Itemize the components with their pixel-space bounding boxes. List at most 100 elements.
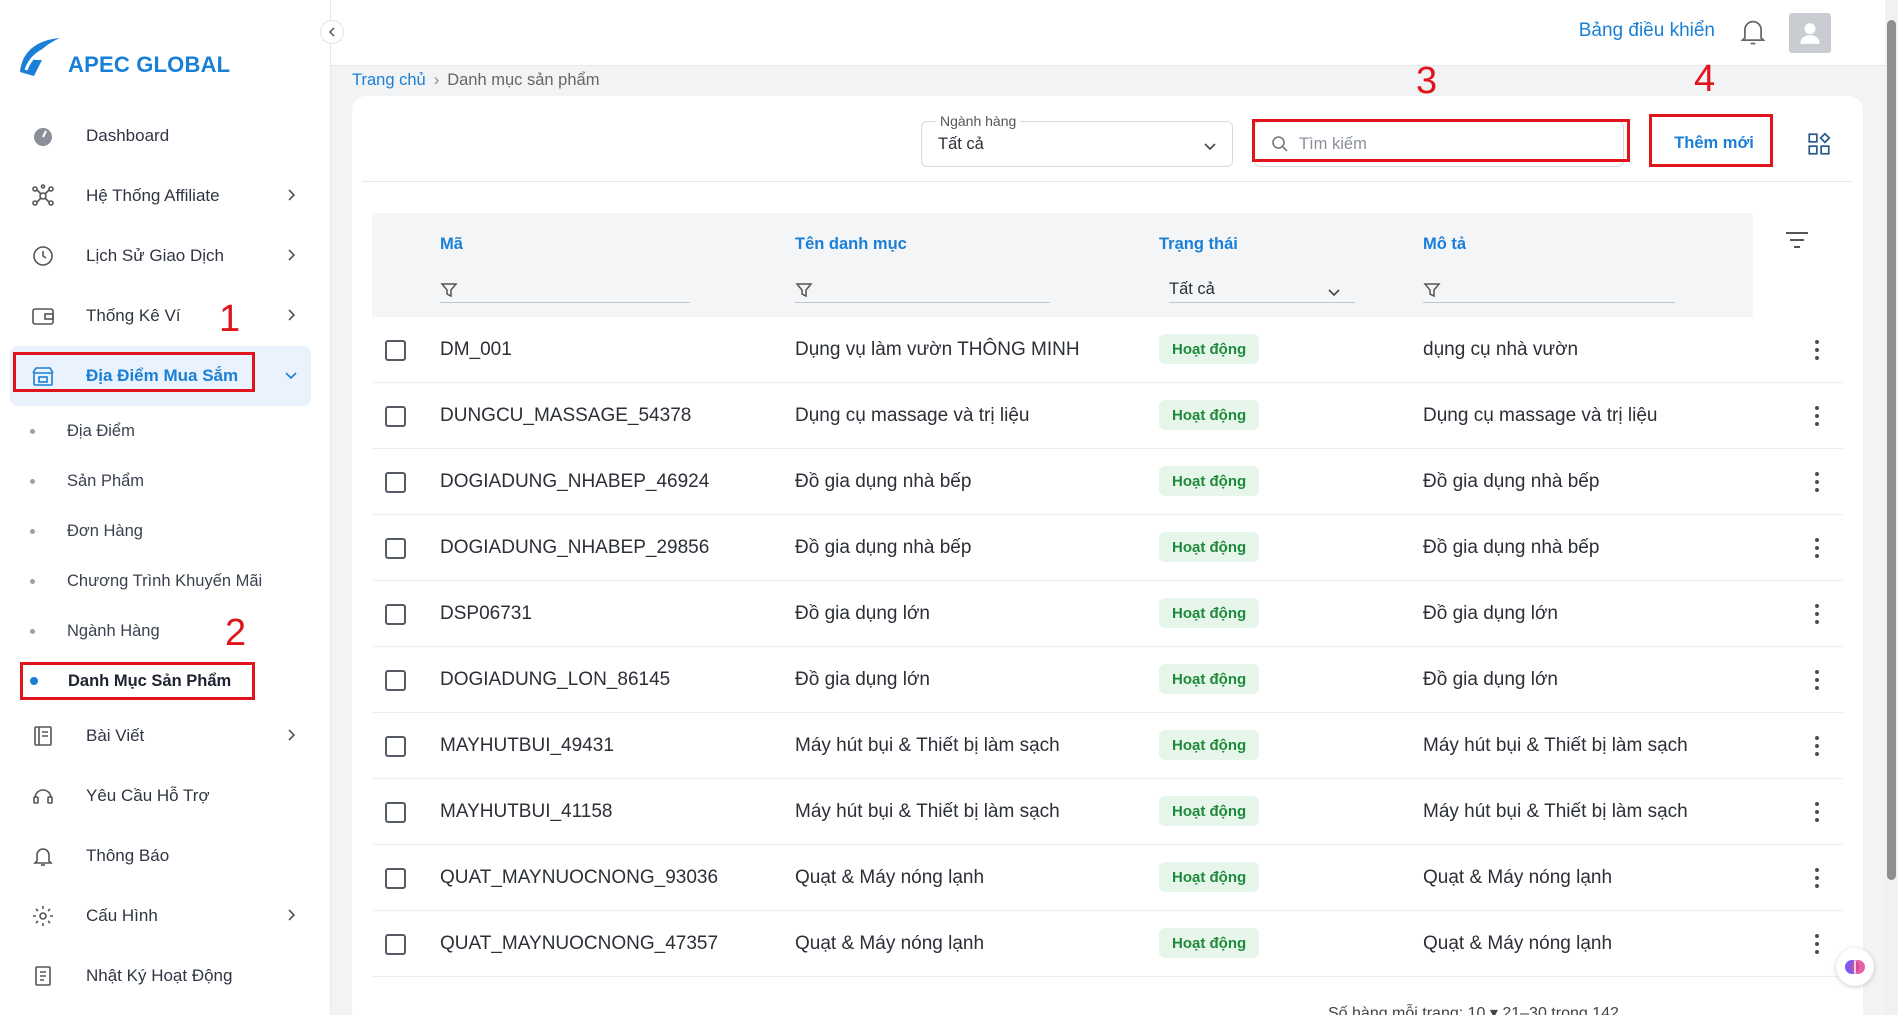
more-options-icon[interactable] [1805, 863, 1829, 893]
more-options-icon[interactable] [1805, 599, 1829, 629]
notification-bell-icon[interactable] [1739, 17, 1767, 52]
row-checkbox[interactable] [385, 868, 406, 889]
sidebar-item-affiliate[interactable]: Hệ Thống Affiliate [10, 166, 311, 226]
sidebar-item-notifications[interactable]: Thông Báo [10, 826, 311, 886]
cell-description: Dụng cụ massage và trị liệu [1423, 405, 1658, 426]
sidebar-item-wallet[interactable]: Thống Kê Ví [10, 286, 311, 346]
more-options-icon[interactable] [1805, 533, 1829, 563]
cell-name: Máy hút bụi & Thiết bị làm sạch [795, 735, 1060, 756]
sidebar-item-dashboard[interactable]: Dashboard [10, 106, 311, 166]
status-badge: Hoạt động [1159, 598, 1260, 628]
more-options-icon[interactable] [1805, 665, 1829, 695]
sidebar-item-settings[interactable]: Cấu Hình [10, 886, 311, 946]
sidebar-subitem-promotions[interactable]: Chương Trình Khuyến Mãi [0, 556, 331, 606]
code-filter-input[interactable] [440, 277, 690, 303]
status-badge: Hoạt động [1159, 862, 1260, 892]
annotation-number-4: 4 [1694, 58, 1716, 100]
cell-description: Đồ gia dụng lớn [1423, 669, 1558, 690]
chevron-down-icon [1204, 143, 1216, 151]
status-badge: Hoạt động [1159, 664, 1260, 694]
cell-code: QUAT_MAYNUOCNONG_47357 [440, 933, 719, 954]
name-filter-input[interactable] [795, 277, 1050, 303]
column-header-status[interactable]: Trạng thái [1159, 235, 1238, 254]
industry-select[interactable]: Ngành hàng Tất cả [921, 113, 1233, 167]
cell-name: Đồ gia dụng lớn [795, 603, 930, 624]
column-header-description[interactable]: Mô tả [1423, 235, 1466, 254]
sidebar-collapse-button[interactable] [320, 20, 344, 44]
sidebar-item-activity-log[interactable]: Nhật Ký Hoạt Động [10, 946, 311, 1006]
cell-description: Đồ gia dụng nhà bếp [1423, 471, 1600, 492]
row-checkbox[interactable] [385, 340, 406, 361]
breadcrumb-home-link[interactable]: Trang chủ [352, 71, 426, 90]
brand-logo[interactable]: APEC GLOBAL [16, 28, 230, 78]
bell-icon [30, 843, 56, 869]
column-header-name[interactable]: Tên danh mục [795, 235, 907, 254]
chevron-down-icon [1328, 289, 1340, 297]
sidebar-item-label: Thông Báo [86, 846, 170, 865]
sidebar-subitem-label: Sản Phẩm [67, 471, 145, 490]
layout-grid-icon[interactable] [1804, 129, 1834, 159]
table-row[interactable]: DUNGCU_MASSAGE_54378 Dụng cụ massage và t… [372, 383, 1843, 449]
breadcrumb-current: Danh mục sản phẩm [447, 71, 600, 89]
table-row[interactable]: QUAT_MAYNUOCNONG_47357 Quạt & Máy nóng lạ… [372, 911, 1843, 977]
headset-icon [30, 783, 56, 809]
table-header: Mã Tên danh mục Trạng thái Mô tả Tất cả [372, 213, 1753, 317]
sidebar-item-label: Dashboard [86, 126, 170, 145]
cell-description: Máy hút bụi & Thiết bị làm sạch [1423, 801, 1688, 822]
row-checkbox[interactable] [385, 802, 406, 823]
row-checkbox[interactable] [385, 538, 406, 559]
brain-icon [1845, 960, 1865, 974]
status-filter-select[interactable]: Tất cả [1169, 277, 1355, 303]
column-settings-icon[interactable] [1784, 229, 1810, 256]
sidebar-item-label: Cấu Hình [86, 906, 158, 925]
row-checkbox[interactable] [385, 934, 406, 955]
sidebar-subitem-locations[interactable]: Địa Điểm [0, 406, 331, 456]
assistant-bubble[interactable] [1836, 948, 1874, 986]
scrollbar-thumb[interactable] [1887, 20, 1896, 880]
cell-name: Dụng cụ massage và trị liệu [795, 405, 1030, 426]
table-row[interactable]: QUAT_MAYNUOCNONG_93036 Quạt & Máy nóng lạ… [372, 845, 1843, 911]
row-checkbox[interactable] [385, 670, 406, 691]
chevron-down-icon [285, 372, 297, 380]
table-row[interactable]: DOGIADUNG_NHABEP_46924 Đồ gia dụng nhà bế… [372, 449, 1843, 515]
row-checkbox[interactable] [385, 472, 406, 493]
sidebar: APEC GLOBAL Dashboard Hệ Thống Affiliate… [0, 0, 331, 1015]
sidebar-subitem-orders[interactable]: Đơn Hàng [0, 506, 331, 556]
table-row[interactable]: MAYHUTBUI_49431 Máy hút bụi & Thiết bị là… [372, 713, 1843, 779]
cell-name: Đồ gia dụng lớn [795, 669, 930, 690]
chevron-right-icon [288, 729, 296, 741]
table-row[interactable]: DOGIADUNG_NHABEP_29856 Đồ gia dụng nhà bế… [372, 515, 1843, 581]
sidebar-item-transactions[interactable]: Lịch Sử Giao Dịch [10, 226, 311, 286]
chevron-right-icon: › [433, 71, 440, 89]
more-options-icon[interactable] [1805, 797, 1829, 827]
table-row[interactable]: DM_001 Dụng vụ làm vườn THÔNG MINH Hoạt độ… [372, 317, 1843, 383]
sidebar-subitem-industries[interactable]: Ngành Hàng [0, 606, 331, 656]
column-header-code[interactable]: Mã [440, 235, 463, 254]
avatar[interactable] [1789, 13, 1831, 53]
more-options-icon[interactable] [1805, 467, 1829, 497]
sidebar-subitem-label: Địa Điểm [67, 421, 135, 440]
more-options-icon[interactable] [1805, 335, 1829, 365]
log-icon [30, 963, 56, 989]
wallet-icon [30, 303, 56, 329]
more-options-icon[interactable] [1805, 731, 1829, 761]
sidebar-subitem-label: Ngành Hàng [67, 621, 160, 640]
user-icon [1800, 23, 1820, 44]
annotation-number-3: 3 [1416, 60, 1438, 102]
table-row[interactable]: DOGIADUNG_LON_86145 Đồ gia dụng lớn Hoạt đ… [372, 647, 1843, 713]
dashboard-link[interactable]: Bảng điều khiển [1579, 20, 1715, 42]
page-scrollbar[interactable] [1885, 0, 1898, 1015]
description-filter-input[interactable] [1423, 277, 1675, 303]
row-checkbox[interactable] [385, 604, 406, 625]
row-checkbox[interactable] [385, 406, 406, 427]
annotation-box-2 [20, 662, 255, 700]
row-checkbox[interactable] [385, 736, 406, 757]
sidebar-item-posts[interactable]: Bài Viết [10, 706, 311, 766]
more-options-icon[interactable] [1805, 401, 1829, 431]
table-row[interactable]: DSP06731 Đồ gia dụng lớn Hoạt động Đồ gia d… [372, 581, 1843, 647]
sidebar-subitem-products[interactable]: Sản Phẩm [0, 456, 331, 506]
more-options-icon[interactable] [1805, 929, 1829, 959]
cell-description: dụng cụ nhà vườn [1423, 339, 1579, 360]
table-row[interactable]: MAYHUTBUI_41158 Máy hút bụi & Thiết bị là… [372, 779, 1843, 845]
sidebar-item-support[interactable]: Yêu Cầu Hỗ Trợ [10, 766, 311, 826]
